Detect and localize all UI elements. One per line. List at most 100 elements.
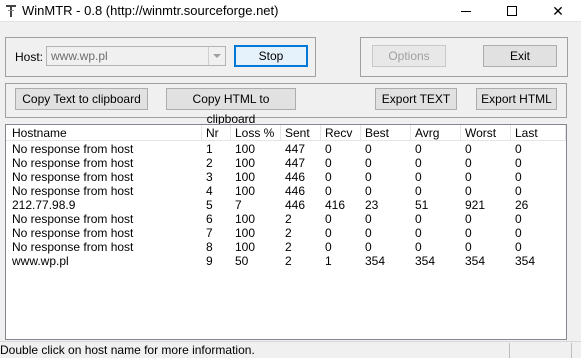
cell-best: 354 xyxy=(365,254,386,268)
exit-button[interactable]: Exit xyxy=(483,45,557,67)
column-header-last[interactable]: Last xyxy=(511,125,566,141)
cell-hostname: No response from host xyxy=(12,170,134,184)
column-header-worst[interactable]: Worst xyxy=(461,125,511,141)
cell-sent: 2 xyxy=(285,254,292,268)
cell-hostname: No response from host xyxy=(12,212,134,226)
cell-sent: 2 xyxy=(285,212,292,226)
cell-loss: 100 xyxy=(235,212,256,226)
cell-last: 0 xyxy=(515,184,522,198)
table-row[interactable]: 212.77.98.9 5 7 446 416 23 51 921 26 xyxy=(6,198,566,212)
export-html-button[interactable]: Export HTML xyxy=(476,88,557,110)
maximize-icon xyxy=(507,6,517,16)
table-header: Hostname Nr Loss % Sent Recv Best Avrg W… xyxy=(6,125,566,141)
cell-recv: 0 xyxy=(325,226,332,240)
table-row[interactable]: www.wp.pl 9 50 2 1 354 354 354 354 xyxy=(6,254,566,268)
host-dropdown-button[interactable] xyxy=(208,47,225,65)
status-bar: Double click on host name for more infor… xyxy=(0,341,581,358)
options-button[interactable]: Options xyxy=(372,45,446,67)
close-icon: ✕ xyxy=(552,2,564,19)
export-text-button[interactable]: Export TEXT xyxy=(375,88,457,110)
table-row[interactable]: No response from host 2 100 447 0 0 0 0 … xyxy=(6,156,566,170)
cell-worst: 354 xyxy=(465,254,486,268)
column-header-best[interactable]: Best xyxy=(361,125,411,141)
cell-sent: 2 xyxy=(285,226,292,240)
cell-loss: 100 xyxy=(235,156,256,170)
cell-sent: 447 xyxy=(285,142,306,156)
cell-recv: 0 xyxy=(325,142,332,156)
cell-best: 0 xyxy=(365,184,372,198)
cell-worst: 0 xyxy=(465,156,472,170)
window-title: WinMTR - 0.8 (http://winmtr.sourceforge.… xyxy=(22,3,279,18)
cell-sent: 447 xyxy=(285,156,306,170)
cell-worst: 921 xyxy=(465,198,486,212)
host-combobox[interactable]: www.wp.pl xyxy=(46,46,226,66)
cell-avrg: 51 xyxy=(415,198,429,212)
cell-last: 0 xyxy=(515,226,522,240)
app-icon xyxy=(6,5,16,17)
cell-loss: 100 xyxy=(235,226,256,240)
copy-text-button[interactable]: Copy Text to clipboard xyxy=(15,88,148,110)
cell-best: 0 xyxy=(365,212,372,226)
table-row[interactable]: No response from host 7 100 2 0 0 0 0 0 xyxy=(6,226,566,240)
cell-hostname: No response from host xyxy=(12,156,134,170)
cell-avrg: 0 xyxy=(415,240,422,254)
cell-last: 0 xyxy=(515,240,522,254)
maximize-button[interactable] xyxy=(489,0,535,22)
cell-worst: 0 xyxy=(465,184,472,198)
cell-recv: 0 xyxy=(325,212,332,226)
cell-hostname: 212.77.98.9 xyxy=(12,198,76,212)
cell-nr: 5 xyxy=(206,198,213,212)
cell-avrg: 0 xyxy=(415,212,422,226)
cell-sent: 446 xyxy=(285,198,306,212)
cell-nr: 3 xyxy=(206,170,213,184)
minimize-button[interactable] xyxy=(443,0,489,22)
cell-nr: 9 xyxy=(206,254,213,268)
host-label: Host: xyxy=(15,50,44,64)
cell-nr: 2 xyxy=(206,156,213,170)
cell-avrg: 354 xyxy=(415,254,436,268)
cell-nr: 4 xyxy=(206,184,213,198)
cell-nr: 1 xyxy=(206,142,213,156)
cell-last: 26 xyxy=(515,198,529,212)
cell-best: 0 xyxy=(365,240,372,254)
stop-button[interactable]: Stop xyxy=(234,45,308,67)
cell-loss: 100 xyxy=(235,170,256,184)
cell-hostname: No response from host xyxy=(12,226,134,240)
cell-avrg: 0 xyxy=(415,142,422,156)
cell-loss: 50 xyxy=(235,254,249,268)
cell-recv: 1 xyxy=(325,254,332,268)
cell-hostname: www.wp.pl xyxy=(12,254,69,268)
column-header-hostname[interactable]: Hostname xyxy=(8,125,202,141)
table-row[interactable]: No response from host 1 100 447 0 0 0 0 … xyxy=(6,142,566,156)
table-row[interactable]: No response from host 6 100 2 0 0 0 0 0 xyxy=(6,212,566,226)
cell-worst: 0 xyxy=(465,170,472,184)
copy-html-button[interactable]: Copy HTML to clipboard xyxy=(166,88,296,126)
cell-nr: 7 xyxy=(206,226,213,240)
table-row[interactable]: No response from host 3 100 446 0 0 0 0 … xyxy=(6,170,566,184)
cell-recv: 0 xyxy=(325,156,332,170)
close-button[interactable]: ✕ xyxy=(535,0,581,22)
status-text: Double click on host name for more infor… xyxy=(0,343,255,357)
cell-avrg: 0 xyxy=(415,170,422,184)
column-header-loss[interactable]: Loss % xyxy=(231,125,281,141)
trace-table[interactable]: Hostname Nr Loss % Sent Recv Best Avrg W… xyxy=(5,124,567,340)
column-header-avrg[interactable]: Avrg xyxy=(411,125,461,141)
cell-best: 0 xyxy=(365,142,372,156)
column-header-sent[interactable]: Sent xyxy=(281,125,321,141)
cell-recv: 0 xyxy=(325,184,332,198)
cell-avrg: 0 xyxy=(415,156,422,170)
cell-hostname: No response from host xyxy=(12,142,134,156)
table-row[interactable]: No response from host 4 100 446 0 0 0 0 … xyxy=(6,184,566,198)
cell-loss: 100 xyxy=(235,240,256,254)
cell-worst: 0 xyxy=(465,226,472,240)
table-row[interactable]: No response from host 8 100 2 0 0 0 0 0 xyxy=(6,240,566,254)
window-edge xyxy=(574,26,581,341)
cell-loss: 100 xyxy=(235,142,256,156)
column-header-recv[interactable]: Recv xyxy=(321,125,361,141)
column-header-nr[interactable]: Nr xyxy=(202,125,231,141)
title-bar: WinMTR - 0.8 (http://winmtr.sourceforge.… xyxy=(0,0,581,22)
cell-sent: 446 xyxy=(285,184,306,198)
cell-worst: 0 xyxy=(465,240,472,254)
cell-best: 0 xyxy=(365,170,372,184)
cell-last: 354 xyxy=(515,254,536,268)
